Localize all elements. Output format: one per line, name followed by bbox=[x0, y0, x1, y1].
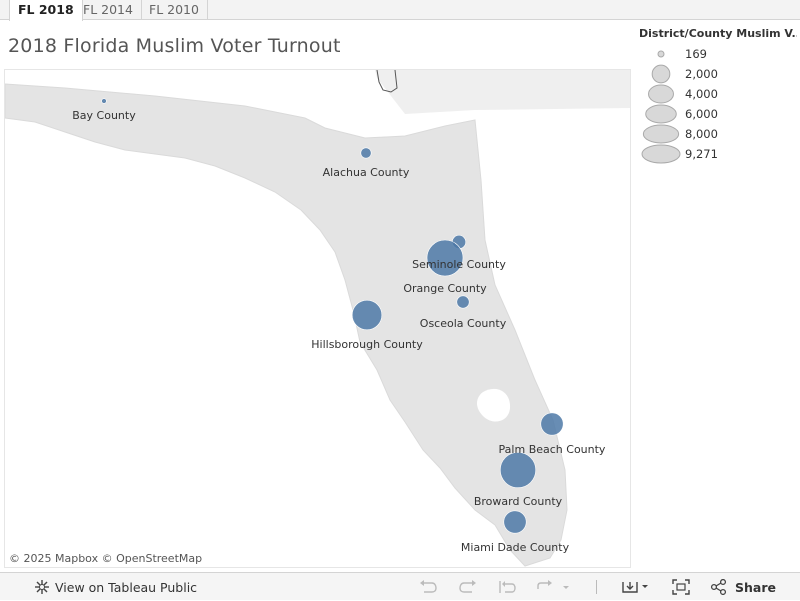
map-canvas: Bay County Alachua County Seminole County O… bbox=[5, 70, 630, 567]
label-bay-county: Bay County bbox=[72, 109, 136, 122]
bubble-alachua-county[interactable] bbox=[360, 147, 372, 159]
legend-swatch bbox=[651, 64, 671, 84]
dashboard-title: 2018 Florida Muslim Voter Turnout bbox=[8, 35, 341, 57]
bottom-toolbar: View on Tableau Public Share bbox=[0, 572, 800, 600]
revert-icon bbox=[499, 581, 516, 593]
toolbar-divider bbox=[596, 580, 597, 594]
share-label: Share bbox=[735, 579, 776, 595]
map-attribution[interactable]: © 2025 Mapbox © OpenStreetMap bbox=[9, 552, 202, 565]
legend-label: 9,271 bbox=[685, 147, 718, 161]
tab-fl-2014[interactable]: FL 2014 bbox=[75, 0, 142, 20]
label-seminole-county: Seminole County bbox=[412, 258, 506, 271]
legend-swatch bbox=[648, 84, 674, 104]
bubble-bay-county[interactable] bbox=[101, 98, 107, 104]
legend-swatch bbox=[645, 104, 677, 124]
legend-label: 2,000 bbox=[685, 67, 718, 81]
label-alachua-county: Alachua County bbox=[323, 166, 410, 179]
legend-label: 4,000 bbox=[685, 87, 718, 101]
legend-label: 169 bbox=[685, 47, 707, 61]
size-legend: District/County Muslim V... 169 2,000 4,00… bbox=[639, 27, 797, 164]
undo-icon bbox=[420, 580, 437, 593]
legend-swatch bbox=[642, 124, 680, 144]
refresh-icon bbox=[537, 580, 569, 589]
legend-swatch bbox=[657, 50, 665, 58]
tableau-logo-icon bbox=[35, 580, 49, 594]
legend-label: 6,000 bbox=[685, 107, 718, 121]
label-orange-county: Orange County bbox=[403, 282, 487, 295]
bubble-broward-county[interactable] bbox=[499, 451, 537, 489]
redo-icon bbox=[459, 580, 476, 593]
legend-label: 8,000 bbox=[685, 127, 718, 141]
share-icon bbox=[710, 579, 727, 595]
legend-swatch bbox=[641, 144, 681, 164]
label-palm-beach-county: Palm Beach County bbox=[499, 443, 606, 456]
download-icon bbox=[622, 582, 648, 593]
share-button[interactable]: Share bbox=[710, 573, 776, 601]
label-osceola-county: Osceola County bbox=[420, 317, 507, 330]
bubble-miami-dade-county[interactable] bbox=[503, 510, 527, 534]
tab-fl-2010[interactable]: FL 2010 bbox=[141, 0, 208, 20]
tab-fl-2018[interactable]: FL 2018 bbox=[9, 0, 83, 21]
label-miami-dade-county: Miami Dade County bbox=[461, 541, 570, 554]
revert-button[interactable] bbox=[497, 573, 517, 601]
tab-bar: FL 2018 FL 2014 FL 2010 bbox=[0, 0, 800, 21]
view-on-tableau-label: View on Tableau Public bbox=[55, 579, 198, 595]
download-button[interactable] bbox=[621, 573, 651, 601]
bubble-osceola-county[interactable] bbox=[456, 295, 470, 309]
chevron-down-icon bbox=[563, 586, 569, 589]
bubble-palm-beach-county[interactable] bbox=[540, 412, 564, 436]
fullscreen-button[interactable] bbox=[672, 573, 690, 601]
redo-button[interactable] bbox=[458, 573, 478, 601]
refresh-button[interactable] bbox=[535, 573, 569, 601]
legend-canvas: 169 2,000 4,000 6,000 8,000 9,271 bbox=[641, 47, 718, 164]
florida-map[interactable]: Bay County Alachua County Seminole County O… bbox=[4, 69, 631, 568]
label-hillsborough-county: Hillsborough County bbox=[311, 338, 423, 351]
view-on-tableau-link[interactable]: View on Tableau Public bbox=[34, 573, 197, 601]
legend-title: District/County Muslim V... bbox=[639, 27, 797, 40]
undo-button[interactable] bbox=[418, 573, 438, 601]
label-broward-county: Broward County bbox=[474, 495, 563, 508]
fullscreen-icon bbox=[672, 579, 690, 595]
bubble-hillsborough-county[interactable] bbox=[351, 299, 383, 331]
